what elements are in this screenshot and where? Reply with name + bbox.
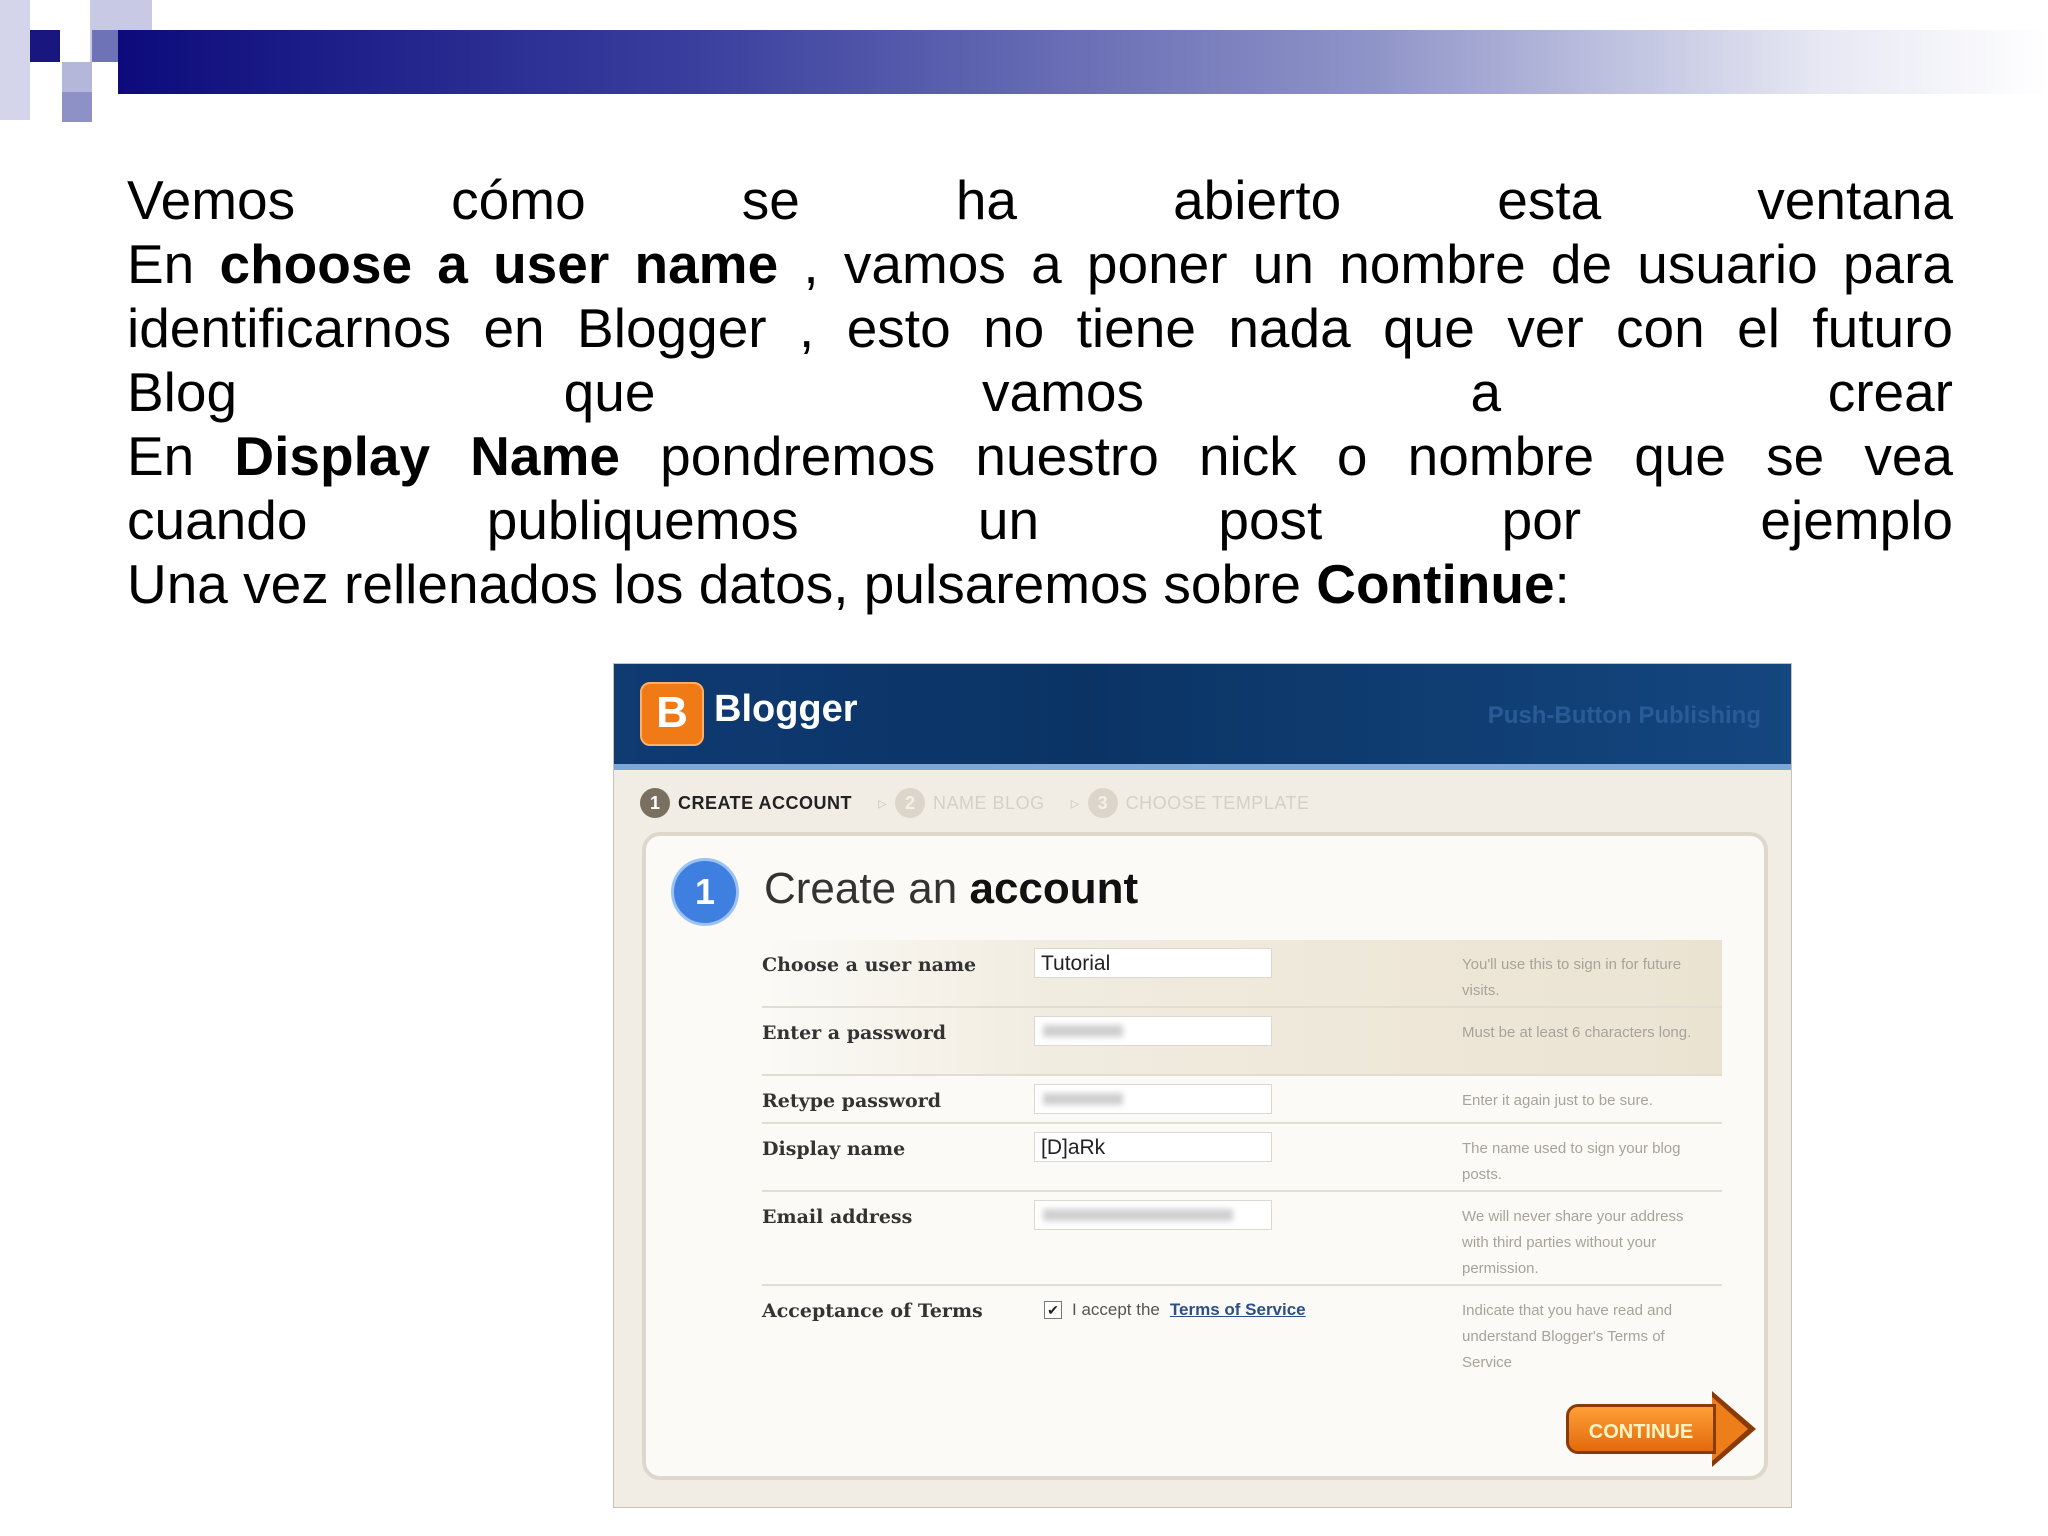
terms-checkbox[interactable]: ✔ <box>1044 1301 1062 1319</box>
step-2-label: NAME BLOG <box>933 792 1045 813</box>
blogger-logo-icon: B <box>640 682 704 746</box>
panel-step-badge: 1 <box>671 858 739 926</box>
continue-button[interactable]: CONTINUE <box>1566 1404 1716 1454</box>
form-row-retype: Retype password Enter it again just to b… <box>762 1076 1722 1124</box>
password-help: Must be at least 6 characters long. <box>1462 1024 1692 1041</box>
corner-decoration <box>30 30 60 62</box>
terms-label: Acceptance of Terms <box>762 1300 983 1322</box>
username-help: You'll use this to sign in for future vi… <box>1462 956 1682 999</box>
email-help: We will never share your address with th… <box>1462 1208 1684 1277</box>
terms-of-service-link[interactable]: Terms of Service <box>1170 1300 1306 1320</box>
blogger-header: B Blogger Push-Button Publishing <box>614 664 1791 770</box>
step-separator-icon: ▹ <box>878 792 888 813</box>
form-row-username: Choose a user name Tutorial You'll use t… <box>762 940 1722 1008</box>
form-row-email: Email address We will never share your a… <box>762 1192 1722 1286</box>
text-line: cuando publiquemos un post por ejemplo <box>127 489 1953 551</box>
retype-password-input[interactable] <box>1034 1084 1272 1114</box>
password-label: Enter a password <box>762 1022 947 1044</box>
create-account-panel: 1 Create an account Choose a user name T… <box>642 832 1768 1480</box>
form-row-password: Enter a password Must be at least 6 char… <box>762 1008 1722 1076</box>
text-line: En choose a user name , vamos a poner un… <box>127 233 1953 295</box>
retype-help: Enter it again just to be sure. <box>1462 1092 1653 1109</box>
text-line: Vemos cómo se ha abierto esta ventana <box>127 169 1953 231</box>
step-2-badge: 2 <box>895 788 926 818</box>
panel-title: Create an account <box>764 864 1139 913</box>
step-1-label: CREATE ACCOUNT <box>678 792 852 813</box>
display-name-label: Display name <box>762 1138 906 1160</box>
blogger-tagline: Push-Button Publishing <box>1487 702 1761 729</box>
step-3-badge: 3 <box>1087 788 1118 818</box>
blogger-signup-screenshot: B Blogger Push-Button Publishing 1 CREAT… <box>613 663 1792 1508</box>
title-gradient-bar <box>118 30 2048 94</box>
text-line: Una vez rellenados los datos, pulsaremos… <box>127 553 1570 615</box>
email-label: Email address <box>762 1206 913 1228</box>
display-name-help: The name used to sign your blog posts. <box>1462 1140 1681 1183</box>
form-row-terms: Acceptance of Terms ✔ I accept the Terms… <box>762 1286 1722 1386</box>
step-separator-icon: ▹ <box>1070 792 1080 813</box>
corner-decoration <box>62 92 92 122</box>
form-row-display-name: Display name [D]aRk The name used to sig… <box>762 1124 1722 1192</box>
terms-accept-text: I accept the <box>1072 1300 1160 1319</box>
continue-arrow-icon[interactable] <box>1712 1391 1756 1467</box>
step-3-label: CHOOSE TEMPLATE <box>1125 792 1310 813</box>
blogger-brand: Blogger <box>714 688 858 730</box>
corner-decoration <box>0 0 30 120</box>
signup-steps: 1 CREATE ACCOUNT ▹ 2 NAME BLOG ▹ 3 CHOOS… <box>640 786 1328 820</box>
username-label: Choose a user name <box>762 954 977 976</box>
username-input[interactable]: Tutorial <box>1034 948 1272 978</box>
text-line: identificarnos en Blogger , esto no tien… <box>127 297 1953 359</box>
terms-help: Indicate that you have read and understa… <box>1462 1302 1673 1371</box>
text-line: Blog que vamos a crear <box>127 361 1953 423</box>
retype-label: Retype password <box>762 1090 941 1112</box>
text-line: En Display Name pondremos nuestro nick o… <box>127 425 1953 487</box>
display-name-input[interactable]: [D]aRk <box>1034 1132 1272 1162</box>
slide-body-text: Vemos cómo se ha abierto esta ventana En… <box>127 168 1953 616</box>
step-1-badge: 1 <box>640 788 670 818</box>
terms-checkbox-group: ✔ I accept the Terms of Service <box>1044 1300 1306 1320</box>
password-input[interactable] <box>1034 1016 1272 1046</box>
email-input[interactable] <box>1034 1200 1272 1230</box>
